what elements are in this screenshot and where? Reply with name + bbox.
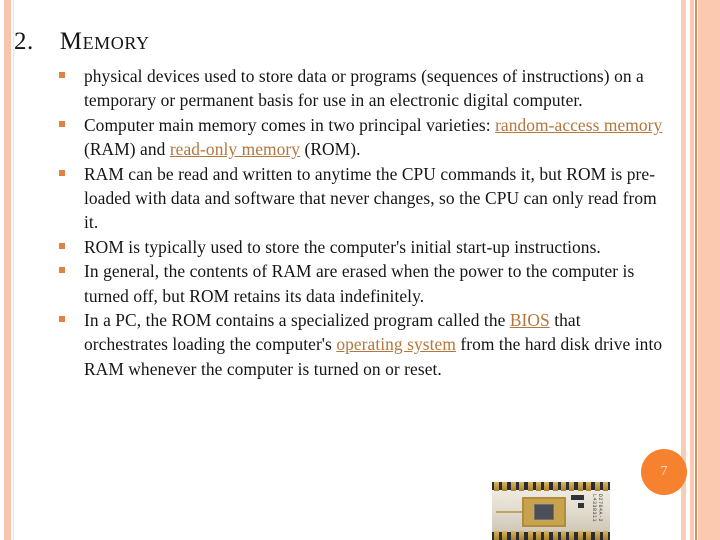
- chip-pin: [510, 531, 516, 540]
- chip-pin: [569, 531, 575, 540]
- bullet-marker-icon: [59, 72, 65, 78]
- chip-pins-top: [494, 482, 608, 491]
- bullet-item: RAM can be read and written to anytime t…: [56, 162, 668, 235]
- slide-title: 2. Memory: [14, 28, 150, 56]
- chip-pin: [594, 482, 600, 491]
- left-border-thin-stripe: [13, 0, 14, 540]
- bullet-item: Computer main memory comes in two princi…: [56, 113, 668, 162]
- hyperlink[interactable]: random-access memory: [495, 115, 662, 135]
- chip-pin: [577, 482, 583, 491]
- chip-pin: [519, 531, 525, 540]
- bullet-text: physical devices used to store data or p…: [84, 66, 644, 111]
- hyperlink[interactable]: read-only memory: [170, 139, 300, 159]
- chip-pin: [535, 531, 541, 540]
- bullet-marker-icon: [59, 316, 65, 323]
- page-number-value: 7: [660, 464, 668, 479]
- chip-marking-bar-2: [578, 503, 584, 508]
- chip-pin: [577, 531, 583, 540]
- chip-pin: [561, 482, 566, 491]
- hyperlink[interactable]: operating system: [336, 334, 456, 354]
- bullet-item: In a PC, the ROM contains a specialized …: [56, 308, 668, 381]
- chip-pin: [502, 482, 508, 491]
- chip-pin: [502, 531, 508, 540]
- bullet-list: physical devices used to store data or p…: [56, 64, 668, 381]
- right-border-accent-line: [695, 0, 697, 540]
- bullet-item: ROM is typically used to store the compu…: [56, 235, 668, 259]
- page-number-badge: 7: [641, 449, 687, 495]
- bullet-text: Computer main memory comes in two princi…: [84, 114, 496, 135]
- chip-pin: [561, 531, 566, 540]
- chip-marking-bar-1: [571, 495, 584, 500]
- bullet-text: ROM is typically used to store the compu…: [84, 236, 601, 257]
- chip-pin: [602, 531, 608, 540]
- slide-canvas: 2. Memory physical devices used to store…: [0, 0, 720, 540]
- slide-title-text: Memory: [59, 28, 150, 55]
- chip-pin: [552, 482, 558, 491]
- chip-trace: [496, 511, 522, 513]
- chip-pin: [527, 482, 533, 491]
- chip-pin: [602, 482, 608, 491]
- chip-pin: [594, 531, 600, 540]
- bullet-marker-icon: [59, 120, 65, 127]
- right-border-stripe-3: [698, 0, 720, 540]
- chip-pin: [527, 531, 533, 540]
- bullet-text: (ROM).: [300, 139, 361, 160]
- chip-pin: [519, 482, 525, 491]
- bullet-marker-icon: [59, 267, 65, 274]
- chip-pin: [544, 482, 550, 491]
- chip-quartz-window: [522, 497, 566, 527]
- right-border-stripe-2: [690, 0, 694, 540]
- chip-die: [534, 504, 554, 520]
- bullet-text: In a PC, the ROM contains a specialized …: [84, 310, 510, 331]
- chip-pin: [569, 482, 575, 491]
- bullet-text: (RAM) and: [84, 139, 170, 160]
- hyperlink[interactable]: BIOS: [510, 310, 550, 330]
- chip-pin: [535, 482, 541, 491]
- chip-pin: [586, 531, 592, 540]
- bullet-marker-icon: [59, 169, 65, 176]
- chip-pins-bottom: [494, 531, 608, 540]
- chip-pin: [494, 482, 499, 491]
- bullet-item: In general, the contents of RAM are eras…: [56, 259, 668, 308]
- left-border-stripe: [4, 0, 11, 540]
- chip-part-number-label: D2764A-2 L4338311: [591, 494, 603, 523]
- bullet-text: RAM can be read and written to anytime t…: [84, 163, 657, 233]
- chip-pin: [586, 482, 592, 491]
- slide-title-number: 2.: [14, 28, 34, 55]
- bullet-item: physical devices used to store data or p…: [56, 64, 668, 113]
- chip-pin: [510, 482, 516, 491]
- chip-pin: [494, 531, 499, 540]
- chip-pin: [552, 531, 558, 540]
- bullet-text: In general, the contents of RAM are eras…: [84, 261, 635, 306]
- bullet-marker-icon: [59, 242, 65, 249]
- chip-pin: [544, 531, 550, 540]
- eprom-chip-image: D2764A-2 L4338311: [492, 482, 610, 540]
